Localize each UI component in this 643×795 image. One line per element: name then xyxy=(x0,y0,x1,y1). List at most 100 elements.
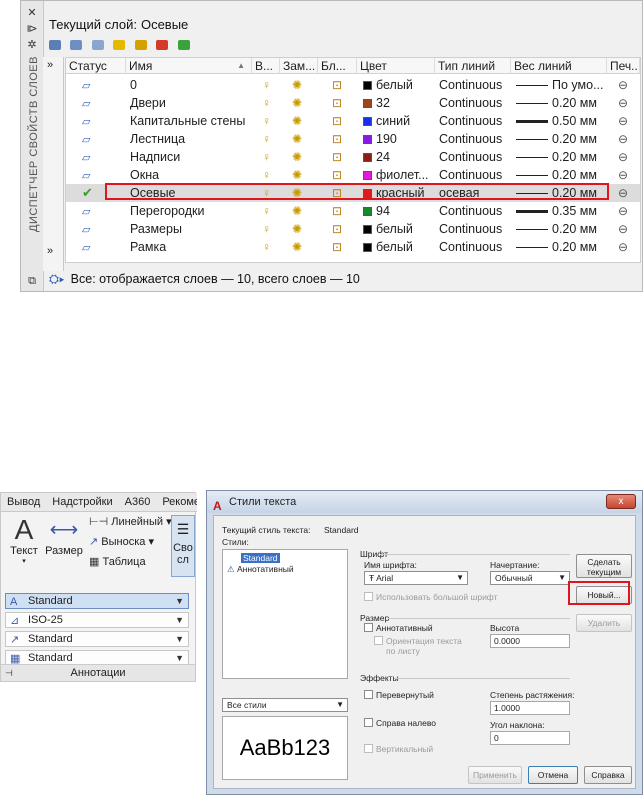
orientation-checkbox[interactable] xyxy=(374,636,383,645)
unlock-icon[interactable]: ⊡ xyxy=(332,76,346,94)
set-current-icon[interactable] xyxy=(177,40,190,50)
column-header-lock[interactable]: Бл... xyxy=(318,58,357,74)
printer-icon[interactable]: ⊖ xyxy=(618,130,632,148)
layer-color[interactable]: 190 xyxy=(363,130,435,148)
layer-color[interactable]: синий xyxy=(363,112,435,130)
column-header-status[interactable]: Статус xyxy=(66,58,126,74)
dim-style-dropdown[interactable]: ⊿ ISO-25 ▼ xyxy=(5,612,189,628)
sun-icon[interactable]: ✺ xyxy=(292,76,306,94)
properties-icon[interactable]: ✲ xyxy=(25,39,39,51)
expand-filter-icon[interactable]: » xyxy=(47,59,53,71)
layer-lineweight[interactable]: 0.20 мм xyxy=(516,220,608,238)
layer-row[interactable]: ▱ Перегородки ♀ ✺ ⊡ 94 Continuous 0.35 мм ⊖ xyxy=(66,202,640,220)
sun-icon[interactable]: ✺ xyxy=(292,166,306,184)
text-style-dropdown[interactable]: A Standard ▼ xyxy=(5,593,189,609)
printer-icon[interactable]: ⊖ xyxy=(618,238,632,256)
close-button[interactable]: x xyxy=(606,494,636,509)
layer-color[interactable]: фиолет... xyxy=(363,166,435,184)
layer-properties-button[interactable]: ☰ Сво сл xyxy=(171,515,195,577)
annotative-checkbox[interactable] xyxy=(364,623,373,632)
sun-icon[interactable]: ✺ xyxy=(292,202,306,220)
column-header-color[interactable]: Цвет xyxy=(357,58,435,74)
table-button[interactable]: ▦ Таблица xyxy=(89,555,146,568)
backwards-checkbox[interactable] xyxy=(364,718,373,727)
layer-row[interactable]: ▱ Размеры ♀ ✺ ⊡ белый Continuous 0.20 мм ⊖ xyxy=(66,220,640,238)
sun-icon[interactable]: ✺ xyxy=(292,130,306,148)
settings-icon[interactable]: ⧉ xyxy=(25,275,39,287)
layer-linetype[interactable]: Continuous xyxy=(439,112,511,130)
new-layer-frozen-icon[interactable] xyxy=(134,40,147,50)
set-current-button[interactable]: Сделать текущим xyxy=(576,554,632,578)
sun-icon[interactable]: ✺ xyxy=(292,112,306,130)
cancel-button[interactable]: Отмена xyxy=(528,766,578,784)
lightbulb-icon[interactable]: ♀ xyxy=(262,94,276,112)
tab-featured[interactable]: Рекоме xyxy=(162,496,197,508)
expand-filter-bottom-icon[interactable]: » xyxy=(47,245,53,257)
column-header-plot[interactable]: Печ... xyxy=(607,58,640,74)
close-icon[interactable]: ✕ xyxy=(25,7,39,19)
lightbulb-icon[interactable]: ♀ xyxy=(262,130,276,148)
lightbulb-icon[interactable]: ♀ xyxy=(262,166,276,184)
upside-down-checkbox[interactable] xyxy=(364,690,373,699)
printer-icon[interactable]: ⊖ xyxy=(618,148,632,166)
layer-color[interactable]: 32 xyxy=(363,94,435,112)
help-button[interactable]: Справка xyxy=(584,766,632,784)
width-factor-input[interactable]: 1.0000 xyxy=(490,701,570,715)
layer-linetype[interactable]: Continuous xyxy=(439,202,511,220)
unlock-icon[interactable]: ⊡ xyxy=(332,238,346,256)
layer-linetype[interactable]: Continuous xyxy=(439,130,511,148)
unlock-icon[interactable]: ⊡ xyxy=(332,148,346,166)
layer-name[interactable]: Рамка xyxy=(130,238,252,256)
layer-lineweight[interactable]: 0.20 мм xyxy=(516,148,608,166)
layer-color[interactable]: 24 xyxy=(363,148,435,166)
style-filter-dropdown[interactable]: Все стили ▼ xyxy=(222,698,348,712)
layer-states-icon[interactable] xyxy=(91,40,104,50)
layer-row[interactable]: ▱ Двери ♀ ✺ ⊡ 32 Continuous 0.20 мм ⊖ xyxy=(66,94,640,112)
layer-lineweight[interactable]: 0.20 мм xyxy=(516,130,608,148)
filter-tree-collapsed[interactable]: » » xyxy=(43,57,64,271)
filter-status-icon[interactable]: ⛭▸ xyxy=(49,272,65,286)
layer-lineweight[interactable]: 0.35 мм xyxy=(516,202,608,220)
layer-row[interactable]: ▱ Капитальные стены ♀ ✺ ⊡ синий Continuous 0.50… xyxy=(66,112,640,130)
lightbulb-icon[interactable]: ♀ xyxy=(262,76,276,94)
unlock-icon[interactable]: ⊡ xyxy=(332,130,346,148)
font-name-dropdown[interactable]: Ŧ Arial ▼ xyxy=(364,571,468,585)
mleader-style-dropdown[interactable]: ↗ Standard ▼ xyxy=(5,631,189,647)
dialog-titlebar[interactable]: A Стили текста x xyxy=(207,491,642,513)
column-header-linetype[interactable]: Тип линий xyxy=(435,58,511,74)
linear-button[interactable]: ⊢⊣ Линейный ▾ xyxy=(89,515,172,528)
layer-lineweight[interactable]: 0.20 мм xyxy=(516,238,608,256)
layer-color[interactable]: белый xyxy=(363,238,435,256)
tab-addins[interactable]: Надстройки xyxy=(52,496,112,508)
layer-name[interactable]: Окна xyxy=(130,166,252,184)
layer-color[interactable]: белый xyxy=(363,76,435,94)
layer-name[interactable]: Перегородки xyxy=(130,202,252,220)
layer-name[interactable]: Двери xyxy=(130,94,252,112)
new-property-filter-icon[interactable] xyxy=(49,40,61,50)
printer-icon[interactable]: ⊖ xyxy=(618,220,632,238)
tab-a360[interactable]: A360 xyxy=(125,496,151,508)
column-header-name[interactable]: Имя ▲ xyxy=(126,58,252,74)
printer-icon[interactable]: ⊖ xyxy=(618,112,632,130)
layer-linetype[interactable]: Continuous xyxy=(439,76,511,94)
layer-row[interactable]: ▱ Рамка ♀ ✺ ⊡ белый Continuous 0.20 мм ⊖ xyxy=(66,238,640,256)
panel-caption[interactable]: ⊣ Аннотации xyxy=(1,664,195,681)
layer-lineweight[interactable]: 0.20 мм xyxy=(516,166,608,184)
unlock-icon[interactable]: ⊡ xyxy=(332,202,346,220)
style-item-standard[interactable]: Standard xyxy=(241,553,280,563)
column-header-on[interactable]: В... xyxy=(252,58,280,74)
unlock-icon[interactable]: ⊡ xyxy=(332,220,346,238)
sun-icon[interactable]: ✺ xyxy=(292,220,306,238)
layer-color[interactable]: белый xyxy=(363,220,435,238)
layer-linetype[interactable]: Continuous xyxy=(439,94,511,112)
style-item-annotative[interactable]: ⚠ Аннотативный xyxy=(227,564,294,575)
height-input[interactable]: 0.0000 xyxy=(490,634,570,648)
new-layer-icon[interactable] xyxy=(113,40,126,50)
lightbulb-icon[interactable]: ♀ xyxy=(262,238,276,256)
sun-icon[interactable]: ✺ xyxy=(292,94,306,112)
tab-output[interactable]: Вывод xyxy=(7,496,40,508)
oblique-input[interactable]: 0 xyxy=(490,731,570,745)
printer-icon[interactable]: ⊖ xyxy=(618,166,632,184)
delete-style-button[interactable]: Удалить xyxy=(576,614,632,632)
layer-name[interactable]: Капитальные стены xyxy=(130,112,252,130)
